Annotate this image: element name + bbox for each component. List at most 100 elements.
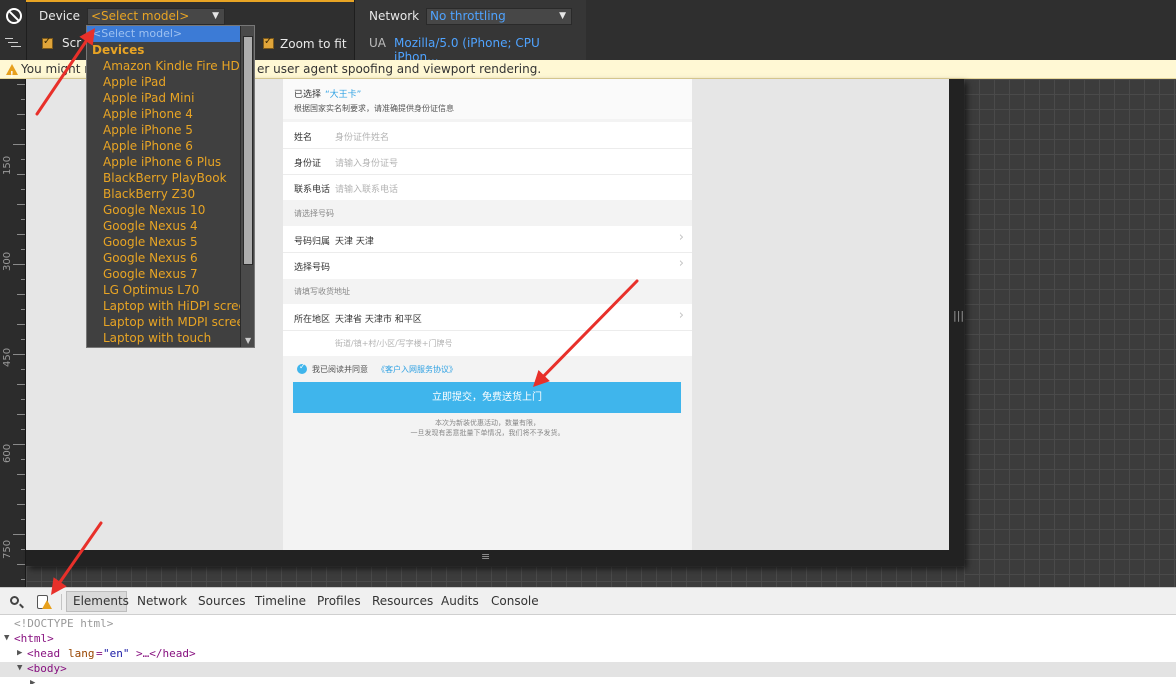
number-form: 号码归属 天津 天津 › 选择号码 ›: [283, 226, 692, 279]
area-value: 天津省 天津市 和平区: [335, 315, 422, 325]
name-input[interactable]: 身份证件姓名: [335, 130, 389, 143]
device-model-select[interactable]: <Select model> ▼: [87, 8, 225, 25]
tab-audits[interactable]: Audits: [441, 594, 479, 608]
tab-timeline[interactable]: Timeline: [255, 594, 306, 608]
dropdown-selected-option[interactable]: <Select model>: [87, 26, 240, 42]
region-row[interactable]: 号码归属 天津 天津 ›: [283, 226, 692, 252]
submit-button[interactable]: 立即提交，免费送货上门: [293, 382, 681, 413]
grip-icon: |||: [953, 309, 965, 322]
tab-console[interactable]: Console: [491, 594, 539, 608]
id-input[interactable]: 请输入身份证号: [335, 156, 398, 169]
html-tag: <html>: [14, 632, 54, 645]
address-form: 所在地区 天津省 天津市 和平区 › 街道/镇+村/小区/写字楼+门牌号: [283, 304, 692, 356]
agree-checkbox[interactable]: [297, 362, 307, 374]
dropdown-option[interactable]: Apple iPhone 6: [103, 139, 193, 153]
block-icon[interactable]: [6, 8, 22, 24]
dropdown-option[interactable]: Apple iPad Mini: [103, 91, 194, 105]
id-label: 身份证: [294, 159, 322, 169]
chevron-right-icon: ›: [678, 230, 684, 245]
scroll-down-icon[interactable]: ▼: [245, 336, 251, 345]
devtools-tab-bar: Elements Network Sources Timeline Profil…: [0, 587, 1176, 615]
emulation-settings-icon[interactable]: [5, 38, 21, 50]
dropdown-option[interactable]: LG Optimus L70: [103, 283, 199, 297]
tab-sources[interactable]: Sources: [198, 594, 245, 608]
attr-equals: =: [96, 647, 103, 660]
screen-checkbox[interactable]: [42, 36, 53, 49]
ruler-label: 600: [2, 443, 13, 463]
agreement-link[interactable]: 《客户入网服务协议》: [377, 364, 457, 375]
choose-number-label: 选择号码: [294, 263, 331, 273]
dropdown-option[interactable]: Google Nexus 10: [103, 203, 205, 217]
dropdown-option[interactable]: Apple iPhone 4: [103, 107, 193, 121]
tab-network[interactable]: Network: [137, 594, 187, 608]
dom-tree: <!DOCTYPE html> ▼ <html> ▶ <head lang = …: [0, 615, 1176, 684]
ruler-label: 750: [2, 539, 13, 559]
dom-node-body[interactable]: ▼ <body>: [0, 662, 1176, 677]
expanded-triangle-icon[interactable]: ▼: [17, 663, 22, 673]
device-model-dropdown[interactable]: <Select model> Devices Amazon Kindle Fir…: [86, 25, 255, 348]
network-throttle-value: No throttling: [430, 9, 506, 23]
dom-node-doctype[interactable]: <!DOCTYPE html>: [0, 617, 1176, 632]
device-label: Device: [39, 9, 81, 23]
network-panel: Network No throttling ▼ UA Mozilla/5.0 (…: [354, 0, 586, 64]
dropdown-group-devices: Devices: [92, 43, 145, 57]
area-label: 所在地区: [294, 315, 331, 325]
dropdown-option[interactable]: Apple iPad: [103, 75, 166, 89]
number-section-title: 请选择号码: [294, 209, 334, 218]
tab-resources[interactable]: Resources: [372, 594, 433, 608]
footnote-line-1: 本次为新装优惠活动，数量有限，: [435, 419, 540, 427]
dropdown-option[interactable]: Google Nexus 7: [103, 267, 198, 281]
identity-form: 姓名 身份证件姓名 身份证 请输入身份证号 联系电话 请输入联系电话: [283, 122, 692, 200]
dropdown-option[interactable]: Google Nexus 5: [103, 235, 198, 249]
phone-input[interactable]: 请输入联系电话: [335, 182, 398, 195]
choose-number-row[interactable]: 选择号码 ›: [283, 253, 692, 279]
search-icon[interactable]: [10, 596, 19, 605]
dropdown-scrollbar[interactable]: ▼: [240, 26, 254, 347]
selected-card: “大王卡”: [325, 90, 362, 100]
dropdown-option[interactable]: Laptop with HiDPI screen: [103, 299, 254, 313]
dom-node-child[interactable]: ▶: [0, 677, 1176, 684]
expanded-triangle-icon[interactable]: ▼: [4, 633, 9, 643]
body-tag: <body>: [27, 662, 67, 675]
scrollbar-thumb[interactable]: [243, 36, 253, 265]
dom-node-head[interactable]: ▶ <head lang = "en" >…</head>: [0, 647, 1176, 662]
dropdown-option[interactable]: Google Nexus 6: [103, 251, 198, 265]
dropdown-option[interactable]: Apple iPhone 5: [103, 123, 193, 137]
address-section-title: 请填写收货地址: [294, 287, 350, 296]
selected-label: 已选择: [294, 90, 322, 100]
chevron-down-icon: ▼: [559, 11, 566, 21]
dropdown-option[interactable]: Laptop with touch: [103, 331, 211, 345]
tab-profiles[interactable]: Profiles: [317, 594, 361, 608]
dropdown-option[interactable]: BlackBerry Z30: [103, 187, 195, 201]
dropdown-option[interactable]: BlackBerry PlayBook: [103, 171, 227, 185]
width-resize-handle[interactable]: |||: [949, 79, 964, 566]
warning-text-start: You might n: [21, 62, 92, 76]
height-resize-handle[interactable]: ≡: [26, 550, 949, 566]
toolbar-divider: [26, 0, 27, 60]
id-notice: 根据国家实名制要求，请准确提供身份证信息: [294, 104, 454, 113]
dropdown-option[interactable]: Amazon Kindle Fire HDX: [103, 59, 248, 73]
dropdown-option[interactable]: Google Nexus 4: [103, 219, 198, 233]
collapsed-triangle-icon[interactable]: ▶: [17, 648, 22, 658]
head-tail: >…</head>: [136, 647, 196, 660]
selected-card-section: 已选择 “大王卡” 根据国家实名制要求，请准确提供身份证信息: [283, 79, 692, 119]
chevron-right-icon: ›: [678, 308, 684, 323]
dropdown-option[interactable]: Laptop with MDPI screen: [103, 315, 251, 329]
dom-node-html[interactable]: ▼ <html>: [0, 632, 1176, 647]
ruler-label: 300: [2, 251, 13, 271]
zoom-to-fit-checkbox[interactable]: [263, 36, 274, 49]
warning-icon: [6, 64, 18, 84]
screen-checkbox-label: Scr: [62, 36, 82, 50]
network-label: Network: [369, 9, 420, 23]
doctype-text: <!DOCTYPE html>: [14, 617, 114, 630]
network-throttle-select[interactable]: No throttling ▼: [426, 8, 572, 25]
warning-icon: [42, 600, 52, 609]
agree-text: 我已阅读并同意: [312, 365, 368, 374]
tab-elements[interactable]: Elements: [73, 594, 129, 608]
area-row[interactable]: 所在地区 天津省 天津市 和平区 ›: [283, 304, 692, 330]
canvas-grid: [964, 79, 1176, 587]
collapsed-triangle-icon[interactable]: ▶: [30, 678, 35, 684]
street-input[interactable]: 街道/镇+村/小区/写字楼+门牌号: [335, 338, 453, 349]
chevron-down-icon: ▼: [212, 11, 219, 21]
dropdown-option[interactable]: Apple iPhone 6 Plus: [103, 155, 221, 169]
